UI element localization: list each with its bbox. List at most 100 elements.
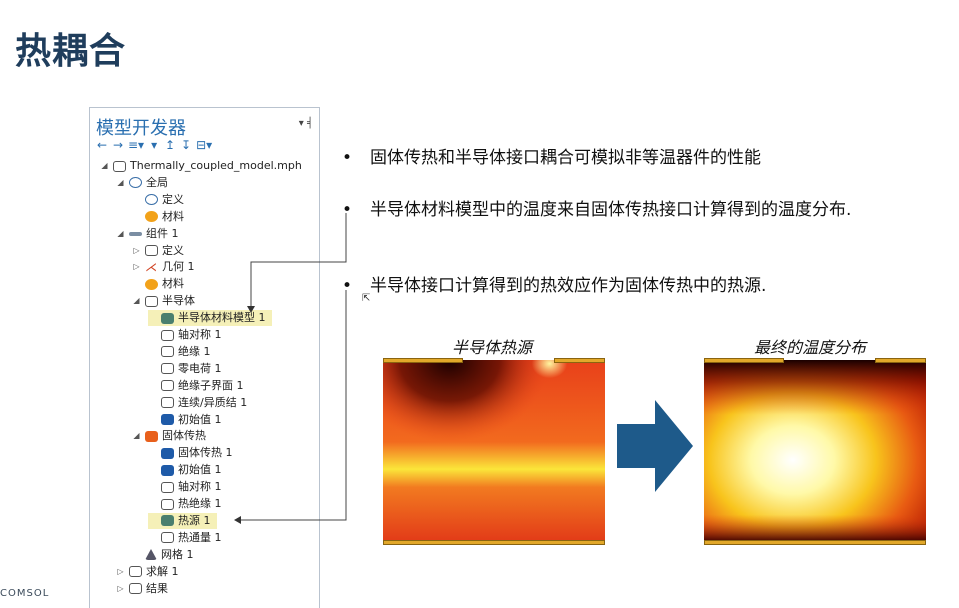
tree-item-label: 定义 [162,243,184,257]
tree-item[interactable]: 零电荷 1 [148,361,222,377]
tree-item-label: 固体传热 1 [178,446,233,460]
tree-item-label: 几何 1 [162,260,195,274]
panel-controls[interactable]: ▾ ╡ [299,118,313,129]
tree-item[interactable]: 热绝缘 1 [148,496,222,512]
tree-item-label: 结果 [146,581,168,595]
toolbar-button[interactable]: ▾ [148,138,160,156]
heat-source-hotspot [383,360,605,542]
tree-item-label: 材料 [162,277,184,291]
tree-item[interactable]: 初始值 1 [148,462,222,478]
feature-icon [161,498,174,510]
feature-icon [161,363,174,375]
tree-item[interactable]: ▷ 定义 [132,243,184,259]
globe-icon [129,177,142,189]
left-figure-caption: 半导体热源 [452,338,533,357]
bullet-item: • 半导体材料模型中的温度来自固体传热接口计算得到的温度分布. [342,196,912,224]
expand-icon[interactable]: ◢ [116,175,125,191]
tree-item-label: 半导体 [162,294,195,308]
toolbar-button[interactable]: ← [96,138,108,156]
toolbar-button[interactable]: ↥ [164,138,176,156]
left-top-contact-left [383,358,463,363]
tree-item-label: 绝缘子界面 1 [178,378,244,392]
right-figure-caption: 最终的温度分布 [754,338,867,357]
tree-item-label: 求解 1 [146,564,179,578]
tree-item[interactable]: 网格 1 [132,547,194,563]
tree-item[interactable]: 半导体材料模型 1 [148,310,272,327]
tree-item-label: 网格 1 [161,547,194,561]
tree-item[interactable]: 材料 [132,276,184,292]
expand-icon[interactable]: ◢ [116,226,125,242]
semiconductor-icon [145,295,158,307]
bullet-text: 固体传热和半导体接口耦合可模拟非等温器件的性能 [370,148,761,168]
tree-item[interactable]: ◢ 半导体 [132,293,195,309]
expand-icon[interactable]: ◢ [132,428,141,444]
tree-item-label: 组件 1 [146,226,179,240]
panel-toolbar: ← → ≡▾ ▾ ↥ ↧ ⊟▾ [96,138,212,156]
tree-item[interactable]: 绝缘子界面 1 [148,378,244,394]
left-top-contact-right [554,358,605,363]
materials-icon [145,278,158,290]
expand-icon[interactable]: ▷ [132,259,141,275]
tree-item[interactable]: 热通量 1 [148,530,222,546]
bullet-item: • 固体传热和半导体接口耦合可模拟非等温器件的性能 [342,144,912,172]
tree-item[interactable]: 连续/异质结 1 [148,395,247,411]
heat-transfer-icon [145,430,158,442]
expand-icon[interactable]: ◢ [132,293,141,309]
bullet-text: 半导体材料模型中的温度来自固体传热接口计算得到的温度分布. [370,200,852,220]
toolbar-button[interactable]: ↧ [180,138,192,156]
tree-item[interactable]: 热源 1 [148,512,217,529]
tree-item-label: 定义 [162,192,184,206]
feature-icon [161,447,174,459]
feature-icon [161,329,174,341]
bullet-dot: • [342,200,353,220]
right-arrow-icon [617,400,693,492]
results-icon [129,583,142,594]
tree-item-label: Thermally_coupled_model.mph [130,159,302,172]
mouse-cursor-icon: ⇱ [362,293,371,304]
tree-item-label: 绝缘 1 [178,344,211,358]
expand-icon[interactable]: ▷ [116,564,125,580]
tree-item[interactable]: ◢ Thermally_coupled_model.mph [100,158,302,174]
tree-item[interactable]: 轴对称 1 [148,327,222,343]
feature-icon [161,515,174,527]
toolbar-button[interactable]: ≡▾ [128,138,144,156]
toolbar-button[interactable]: ⊟▾ [196,138,212,156]
expand-icon[interactable]: ▷ [132,243,141,259]
tree-item[interactable]: ▷ 结果 [116,581,168,597]
tree-item[interactable]: ◢ 组件 1 [116,226,179,242]
tree-item[interactable]: 轴对称 1 [148,479,222,495]
tree-item-label: 半导体材料模型 1 [178,311,266,325]
materials-icon [145,211,158,223]
feature-icon [161,380,174,392]
model-icon [113,160,126,172]
tree-item-label: 热绝缘 1 [178,497,222,510]
right-top-contact-right [875,358,926,363]
tree-item[interactable]: 固体传热 1 [148,445,233,461]
tree-item-label: 初始值 1 [178,463,222,477]
mesh-icon [145,549,157,561]
tree-item[interactable]: 初始值 1 [148,412,222,428]
model-builder-panel: 模型开发器 ▾ ╡ ← → ≡▾ ▾ ↥ ↧ ⊟▾ ◢ Thermally_coupled_m… [89,107,320,608]
expand-icon[interactable]: ◢ [100,158,109,174]
temperature-distribution-plot [704,360,926,542]
tree-item[interactable]: ▷ 求解 1 [116,564,179,580]
tree-item[interactable]: 材料 [132,209,184,225]
feature-icon [161,532,174,544]
tree-item[interactable]: 绝缘 1 [148,344,211,360]
tree-item[interactable]: 定义 [132,192,184,208]
tree-item[interactable]: ◢ 全局 [116,175,168,191]
geometry-icon: ⋌ [145,259,157,274]
panel-header: 模型开发器 [96,118,186,139]
tree-item[interactable]: ◢ 固体传热 [132,428,206,444]
tree-item[interactable]: ▷ ⋌ 几何 1 [132,259,195,275]
feature-icon [161,397,174,409]
bullet-text: 半导体接口计算得到的热效应作为固体传热中的热源. [370,276,767,296]
feature-icon [161,464,174,476]
toolbar-button[interactable]: → [112,138,124,156]
bullet-item: • 半导体接口计算得到的热效应作为固体传热中的热源. [342,272,912,300]
feature-icon [161,346,174,358]
tree-item-label: 固体传热 [162,429,206,443]
expand-icon[interactable]: ▷ [116,581,125,597]
definitions-icon [145,245,158,256]
temperature-edge-shading [704,360,926,542]
